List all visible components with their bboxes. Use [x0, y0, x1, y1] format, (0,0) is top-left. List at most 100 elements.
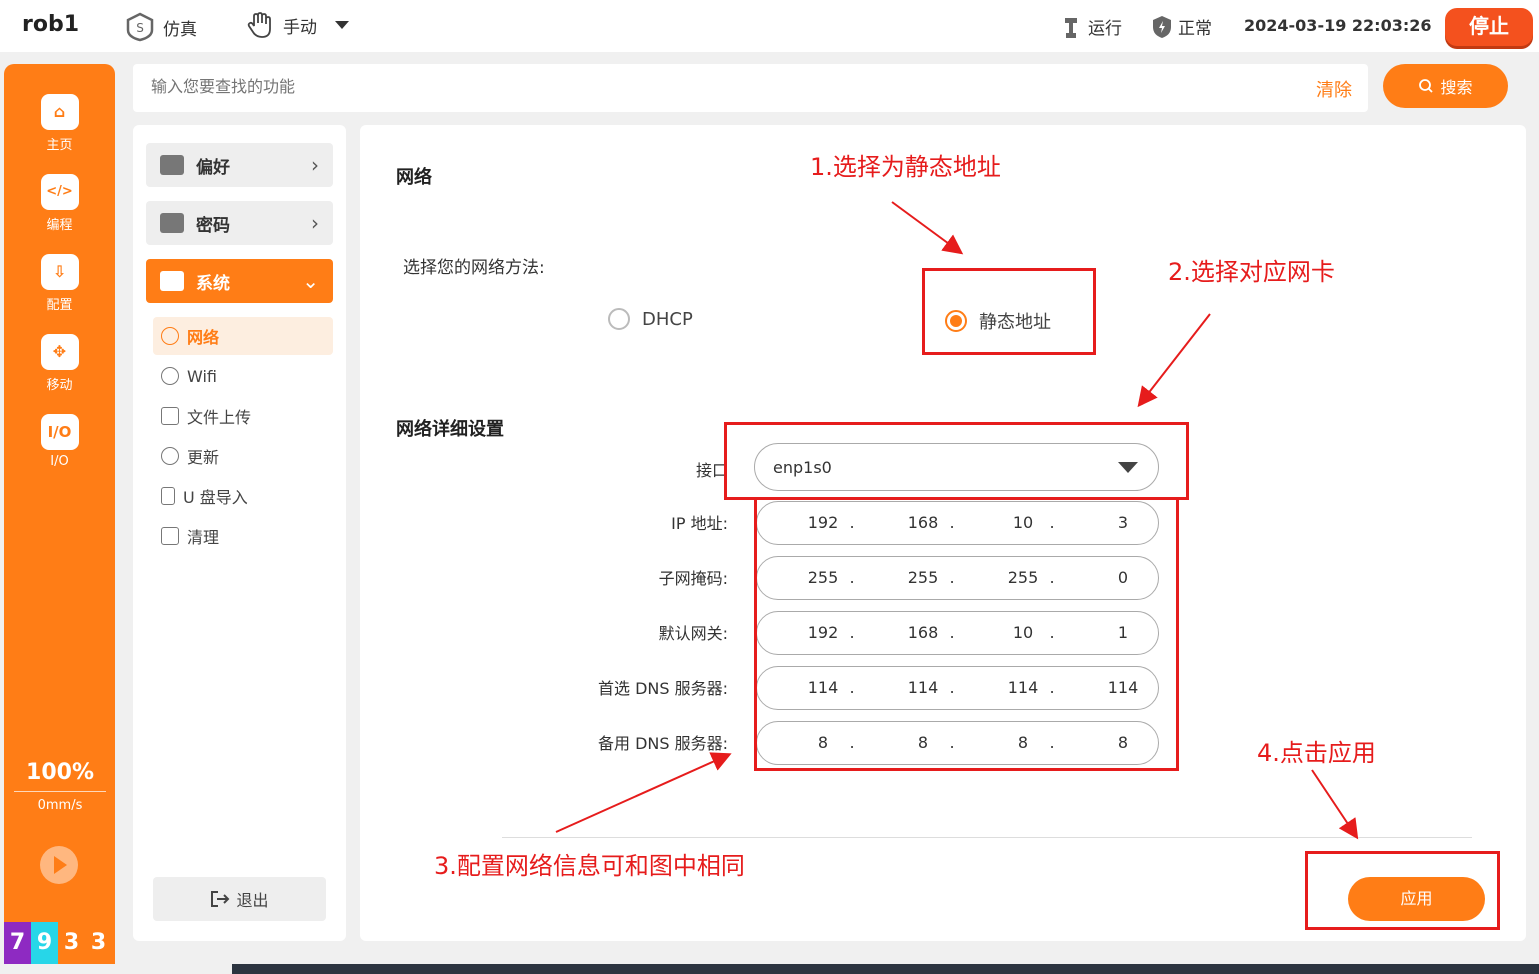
- submenu-label: U 盘导入: [183, 488, 248, 507]
- rail-item-label: 主页: [46, 138, 73, 153]
- logout-label: 退出: [236, 891, 269, 910]
- speed-value: 0mm/s: [37, 798, 83, 813]
- logout-button[interactable]: 退出: [153, 877, 326, 921]
- rail-item-label: 移动: [46, 378, 73, 393]
- play-icon[interactable]: [40, 846, 78, 884]
- health-label: 正常: [1178, 19, 1212, 39]
- digit-2: 9: [31, 922, 58, 964]
- hand-icon: [247, 12, 271, 38]
- upload-circle-icon: [161, 447, 179, 465]
- rail-item-move[interactable]: ✥ 移动: [4, 334, 115, 393]
- usb-drive-icon: [161, 487, 175, 505]
- digit-3: 3: [58, 922, 85, 964]
- shield-icon: [1153, 15, 1171, 38]
- search-icon: [1419, 79, 1434, 93]
- menu-card-label: 密码: [196, 215, 230, 236]
- simulation-label: 仿真: [163, 19, 197, 40]
- gateway-label: 默认网关:: [658, 624, 728, 643]
- digit-1: 7: [4, 922, 31, 964]
- chevron-down-icon: ⌄: [302, 269, 319, 293]
- digit-strip: 7 9 3 3: [4, 922, 112, 964]
- download-icon: ⇩: [40, 254, 79, 290]
- clear-button[interactable]: 清除: [1316, 76, 1352, 102]
- lock-icon: [160, 213, 184, 233]
- svg-text:S: S: [136, 21, 144, 35]
- simulation-mode[interactable]: S 仿真: [125, 12, 197, 42]
- move-arrows-icon: ✥: [40, 334, 79, 370]
- digit-4: 3: [85, 922, 112, 964]
- submenu-label: 网络: [187, 328, 220, 347]
- annotation-step1: 1.选择为静态地址: [810, 153, 1001, 181]
- detail-title: 网络详细设置: [396, 419, 504, 440]
- submenu-file-upload[interactable]: 文件上传: [153, 397, 333, 435]
- radio-dhcp[interactable]: DHCP: [608, 308, 693, 330]
- submenu-update[interactable]: 更新: [153, 437, 333, 475]
- annotation-box-ip-fields: [754, 500, 1179, 771]
- manual-label: 手动: [283, 17, 317, 38]
- chevron-right-icon: ›: [311, 153, 319, 177]
- menu-system[interactable]: 系统 ⌄: [146, 259, 333, 303]
- rail-item-program[interactable]: </> 编程: [4, 174, 115, 233]
- logout-icon: [211, 891, 230, 907]
- cube-icon: [160, 271, 184, 291]
- folder-icon: [161, 407, 179, 425]
- robot-name: rob1: [22, 12, 80, 37]
- radio-circle: [608, 308, 630, 330]
- menu-password[interactable]: 密码 ›: [146, 201, 333, 245]
- health-status: 正常: [1152, 14, 1212, 39]
- home-icon: ⌂: [40, 94, 79, 130]
- code-icon: </>: [40, 174, 79, 210]
- annotation-box-static: [922, 268, 1096, 355]
- manual-mode-dropdown[interactable]: 手动: [245, 10, 349, 40]
- primary-dns-label: 首选 DNS 服务器:: [597, 679, 728, 698]
- run-label: 运行: [1088, 19, 1122, 39]
- annotation-box-interface: [724, 422, 1189, 500]
- left-rail: ⌂ 主页 </> 编程 ⇩ 配置 ✥ 移动 I/O I/O 100% 0mm/s: [4, 64, 115, 964]
- annotation-step4: 4.点击应用: [1257, 739, 1376, 767]
- network-title: 网络: [396, 167, 432, 188]
- datetime: 2024-03-19 22:03:26: [1244, 16, 1432, 35]
- submenu-label: 清理: [187, 528, 220, 547]
- annotation-step3: 3.配置网络信息可和图中相同: [434, 852, 745, 880]
- search-button[interactable]: 搜索: [1383, 64, 1508, 108]
- annotation-box-apply: [1305, 851, 1500, 930]
- wifi-icon: [161, 367, 179, 385]
- annotation-step2: 2.选择对应网卡: [1168, 258, 1335, 286]
- radio-dhcp-label: DHCP: [642, 308, 693, 330]
- rail-item-io[interactable]: I/O I/O: [4, 414, 115, 469]
- menu-preferences[interactable]: 偏好 ›: [146, 143, 333, 187]
- speed-divider: [14, 791, 106, 792]
- search-input[interactable]: [151, 77, 1151, 96]
- submenu-wifi[interactable]: Wifi: [153, 357, 333, 395]
- menu-card-label: 系统: [196, 273, 230, 294]
- ip-label: IP 地址:: [671, 514, 728, 533]
- run-status: 运行: [1060, 14, 1122, 39]
- secondary-dns-label: 备用 DNS 服务器:: [597, 734, 728, 753]
- submenu-usb-import[interactable]: U 盘导入: [153, 477, 333, 515]
- rail-item-label: 配置: [46, 298, 73, 313]
- speed-percent: 100%: [26, 760, 94, 785]
- taskbar-strip: [232, 964, 1539, 974]
- subnet-label: 子网掩码:: [658, 569, 728, 588]
- submenu-cleanup[interactable]: 清理: [153, 517, 333, 555]
- rail-item-home[interactable]: ⌂ 主页: [4, 94, 115, 153]
- submenu-label: 文件上传: [187, 408, 252, 427]
- broom-icon: [161, 527, 179, 545]
- io-icon: I/O: [40, 414, 79, 450]
- submenu-network[interactable]: 网络: [153, 317, 333, 355]
- robot-arm-icon: [1065, 17, 1077, 38]
- chevron-down-icon: [335, 21, 349, 29]
- rail-item-config[interactable]: ⇩ 配置: [4, 254, 115, 313]
- submenu-label: 更新: [187, 448, 220, 467]
- shield-s-icon: S: [126, 12, 154, 42]
- network-method-label: 选择您的网络方法:: [403, 258, 545, 278]
- settings-menu: 偏好 › 密码 › 系统 ⌄ 网络 Wifi 文件上传 更新 U 盘导入 清理 …: [133, 125, 346, 941]
- divider: [502, 837, 1472, 838]
- search-bar: 清除: [133, 64, 1368, 112]
- submenu-label: Wifi: [187, 366, 217, 386]
- top-bar: rob1 S 仿真 手动 运行 正常 2024-03-19 22:03:26 停…: [0, 0, 1539, 52]
- globe-icon: [161, 327, 179, 345]
- rail-item-label: I/O: [50, 454, 69, 469]
- stop-button[interactable]: 停止: [1445, 8, 1533, 46]
- thumbs-up-icon: [160, 155, 184, 175]
